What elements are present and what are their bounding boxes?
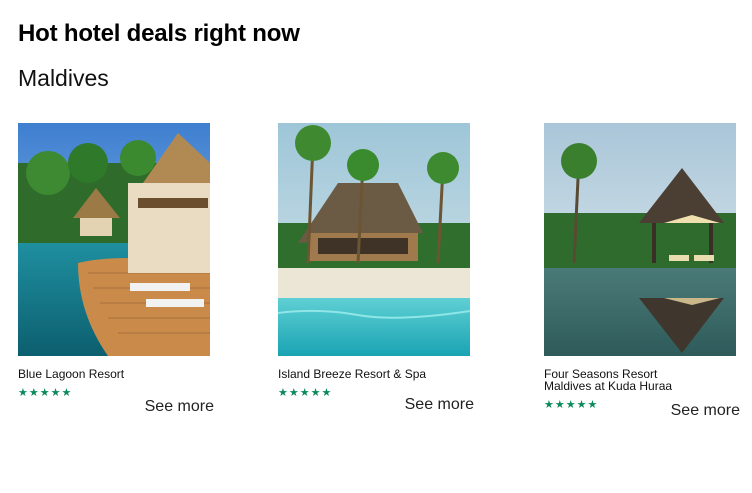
hotel-card[interactable]: Four Seasons Resort Maldives at Kuda Hur… [544, 123, 744, 419]
see-more-link[interactable]: See more [405, 396, 474, 414]
hotel-photo[interactable] [278, 123, 470, 356]
hotel-photo[interactable] [544, 123, 736, 356]
see-more-link[interactable]: See more [671, 402, 740, 420]
hotel-name[interactable]: Blue Lagoon Resort [18, 368, 218, 380]
page-title: Hot hotel deals right now [18, 20, 300, 47]
location-heading: Maldives [18, 65, 109, 91]
hotel-card[interactable]: Blue Lagoon Resort ★★★★★ See more [18, 123, 218, 415]
see-more-link[interactable]: See more [145, 398, 214, 416]
hotel-photo[interactable] [18, 123, 210, 356]
hotel-name[interactable]: Island Breeze Resort & Spa [278, 368, 478, 380]
hotel-name[interactable]: Four Seasons Resort Maldives at Kuda Hur… [544, 368, 694, 392]
hotel-card[interactable]: Island Breeze Resort & Spa ★★★★★ See mor… [278, 123, 478, 413]
